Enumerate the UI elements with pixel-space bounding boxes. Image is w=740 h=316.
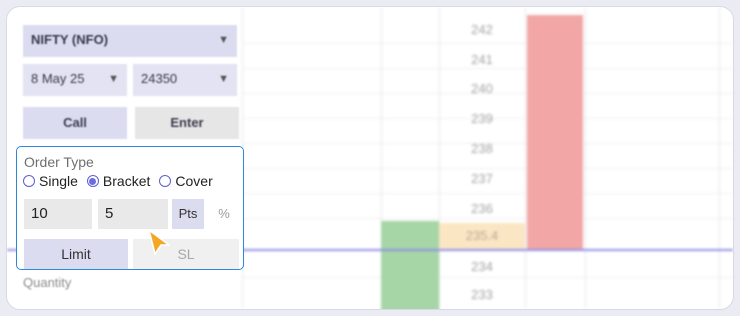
radio-label: Bracket (102, 173, 151, 189)
stoploss-input[interactable]: 5 (98, 199, 168, 229)
radio-checked-icon[interactable] (86, 175, 99, 187)
radio-single[interactable]: Single (23, 173, 78, 189)
call-button[interactable]: Call (23, 107, 127, 139)
expiry-select[interactable]: 8 May 25 ▼ (23, 64, 127, 96)
strike-value: 24350 (141, 71, 178, 86)
cursor-arrow-icon (148, 229, 170, 255)
radio-cover[interactable]: Cover (159, 173, 213, 189)
chevron-down-icon: ▼ (218, 73, 229, 85)
radio-unchecked-icon[interactable] (23, 175, 35, 187)
order-type-panel: Order Type Single Bracket Cover 10 5 Pts… (16, 146, 244, 270)
order-type-radio-group: Single Bracket Cover (23, 173, 222, 189)
order-type-title: Order Type (24, 154, 94, 170)
enter-button[interactable]: Enter (135, 107, 239, 139)
symbol-select[interactable]: NIFTY (NFO) ▼ (23, 25, 237, 57)
chevron-down-icon: ▼ (218, 34, 229, 46)
strike-select[interactable]: 24350 ▼ (133, 64, 237, 96)
radio-label: Cover (175, 173, 213, 189)
symbol-value: NIFTY (NFO) (31, 32, 109, 47)
limit-button[interactable]: Limit (24, 239, 128, 269)
target-input[interactable]: 10 (24, 199, 92, 229)
radio-label: Single (39, 173, 78, 189)
quantity-label: Quantity (23, 275, 72, 290)
app-frame: 242 241 240 239 238 237 236 235.4 234 23… (6, 6, 734, 310)
radio-unchecked-icon[interactable] (159, 175, 172, 187)
chevron-down-icon: ▼ (108, 73, 119, 85)
points-unit-toggle[interactable]: Pts (172, 199, 204, 229)
percent-unit-toggle[interactable]: % (209, 199, 239, 229)
radio-bracket[interactable]: Bracket (86, 173, 151, 189)
expiry-value: 8 May 25 (31, 71, 85, 86)
